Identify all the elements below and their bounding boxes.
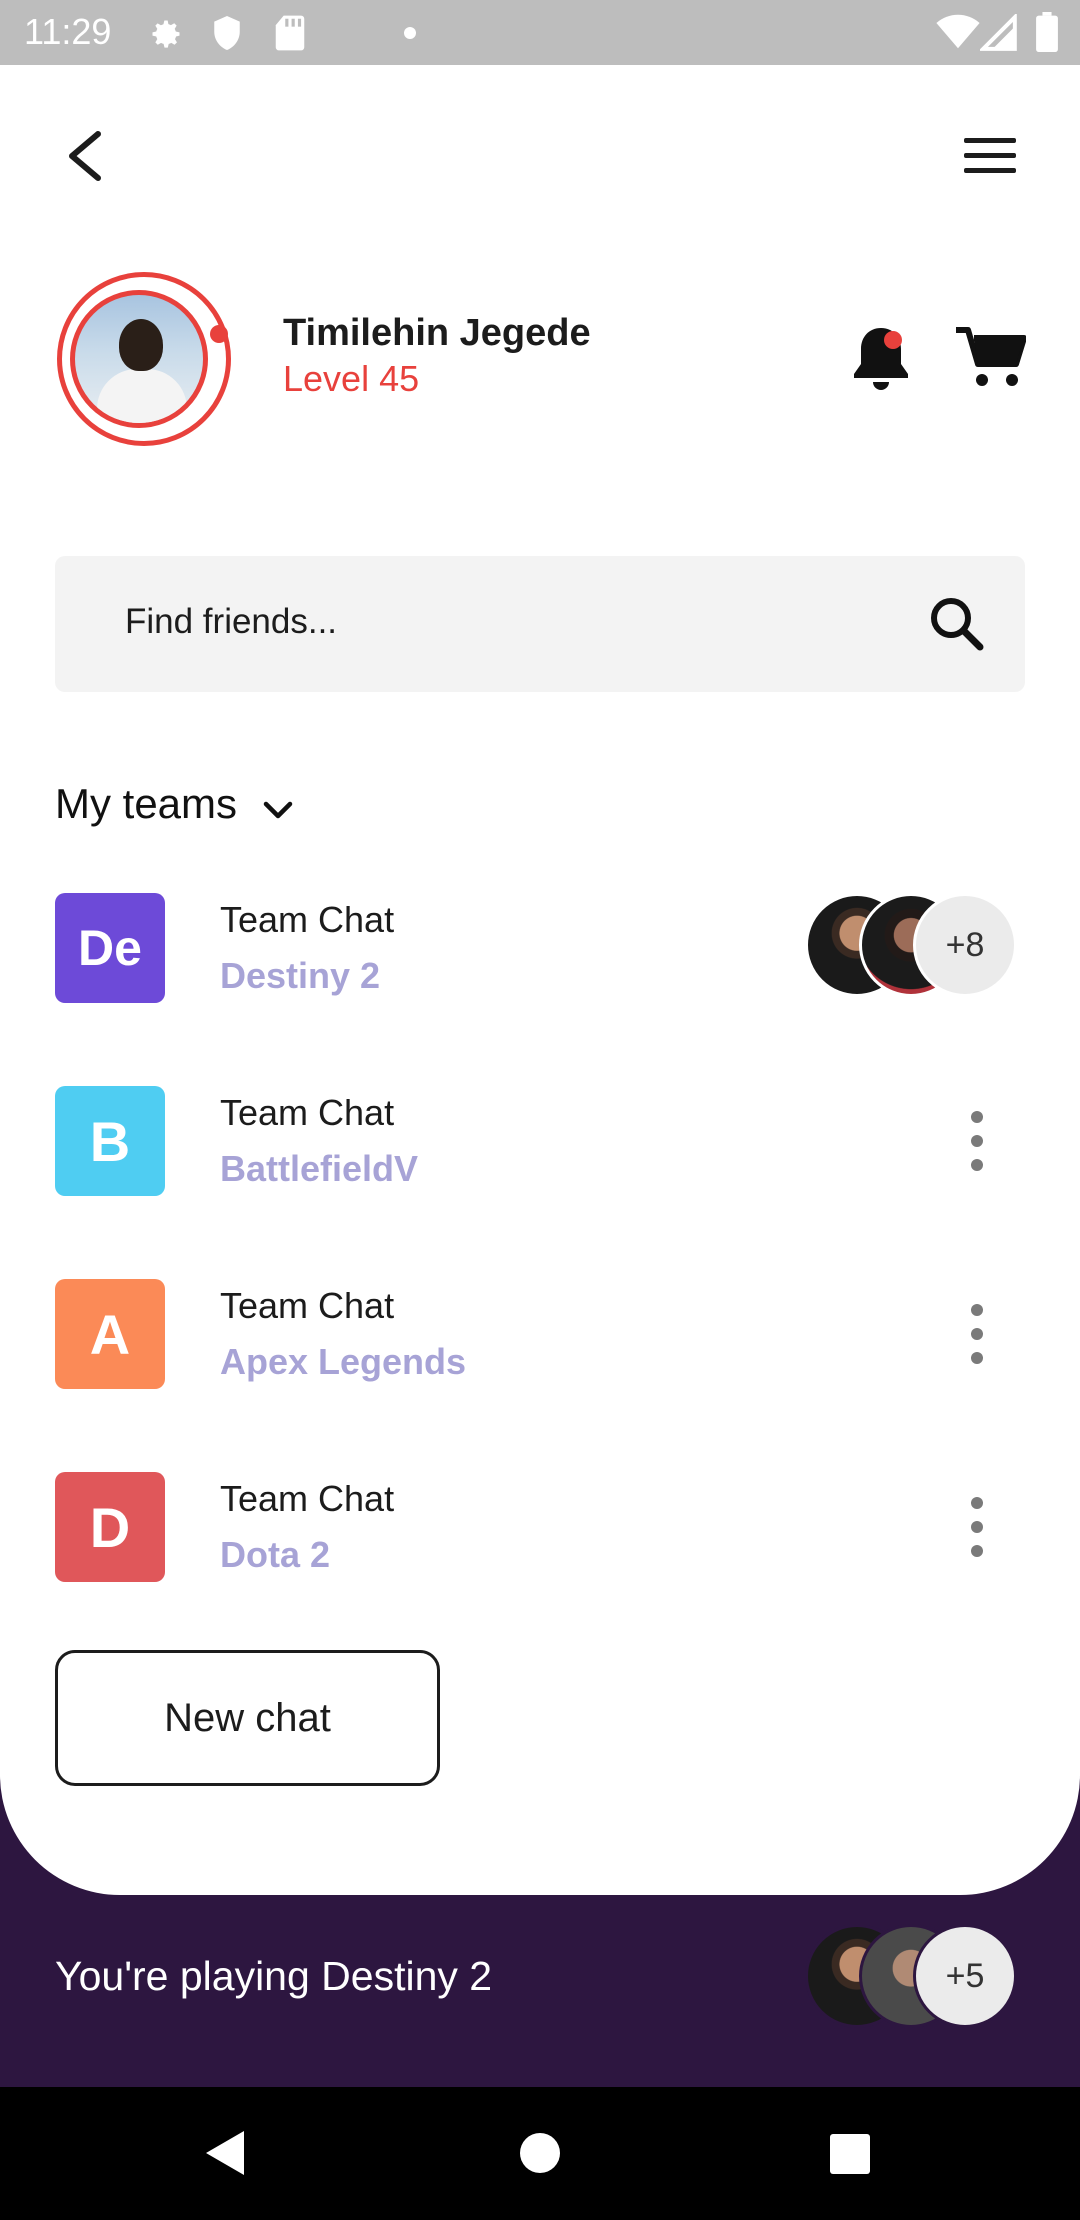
navigation-bar [0, 2087, 1080, 2220]
recents-nav-icon[interactable] [829, 2133, 871, 2175]
online-indicator [210, 325, 228, 343]
kebab-menu-icon[interactable] [967, 1304, 987, 1364]
hamburger-menu-icon[interactable] [962, 136, 1018, 176]
search-icon[interactable] [927, 594, 987, 654]
team-tile: D [55, 1472, 165, 1582]
kebab-menu-icon[interactable] [967, 1497, 987, 1557]
team-initials: A [89, 1302, 131, 1366]
team-row-apex[interactable]: A Team Chat Apex Legends [55, 1279, 1025, 1389]
team-tile: B [55, 1086, 165, 1196]
battery-icon [1036, 12, 1058, 52]
section-title[interactable]: My teams [55, 780, 237, 828]
team-tile: De [55, 893, 165, 1003]
more-members-badge: +8 [913, 893, 1017, 997]
back-nav-icon[interactable] [202, 2128, 248, 2178]
more-members-badge: +5 [913, 1924, 1017, 2028]
search-bar[interactable]: Find friends... [55, 556, 1025, 692]
status-time: 11:29 [24, 11, 112, 52]
kebab-menu-icon[interactable] [967, 1111, 987, 1171]
team-game: Destiny 2 [220, 955, 381, 996]
signal-icon [980, 14, 1017, 51]
team-game: BattlefieldV [220, 1148, 419, 1189]
new-chat-button[interactable]: New chat [55, 1650, 440, 1786]
chevron-left-icon[interactable] [60, 128, 110, 184]
status-bar: 11:29 [0, 0, 1080, 65]
now-playing-text: You're playing Destiny 2 [55, 1953, 493, 1999]
dot-icon [404, 27, 416, 39]
team-row-dota[interactable]: D Team Chat Dota 2 [55, 1472, 1025, 1582]
avatar[interactable] [70, 290, 208, 428]
home-nav-icon[interactable] [519, 2132, 561, 2174]
search-input[interactable]: Find friends... [125, 602, 337, 642]
avatar-shirt [97, 369, 187, 423]
wifi-icon [936, 14, 980, 49]
cart-icon[interactable] [954, 322, 1026, 394]
avatar-head [119, 319, 163, 371]
team-title: Team Chat [220, 1092, 395, 1133]
team-game: Apex Legends [220, 1341, 467, 1382]
team-initials: De [78, 920, 142, 976]
chevron-down-icon[interactable] [262, 798, 294, 822]
team-initials: B [89, 1109, 131, 1173]
team-row-battlefield[interactable]: B Team Chat BattlefieldV [55, 1086, 1025, 1196]
bell-icon[interactable] [848, 322, 914, 394]
team-title: Team Chat [220, 899, 395, 940]
sd-card-icon [275, 15, 305, 51]
team-initials: D [89, 1495, 131, 1559]
settings-icon [152, 20, 180, 48]
team-row-destiny[interactable]: De Team Chat Destiny 2 +8 [55, 893, 1025, 1003]
team-tile: A [55, 1279, 165, 1389]
user-name: Timilehin Jegede [283, 312, 591, 354]
team-game: Dota 2 [220, 1534, 331, 1575]
user-level: Level 45 [283, 358, 420, 399]
shield-icon [214, 16, 240, 50]
team-title: Team Chat [220, 1285, 395, 1326]
team-title: Team Chat [220, 1478, 395, 1519]
